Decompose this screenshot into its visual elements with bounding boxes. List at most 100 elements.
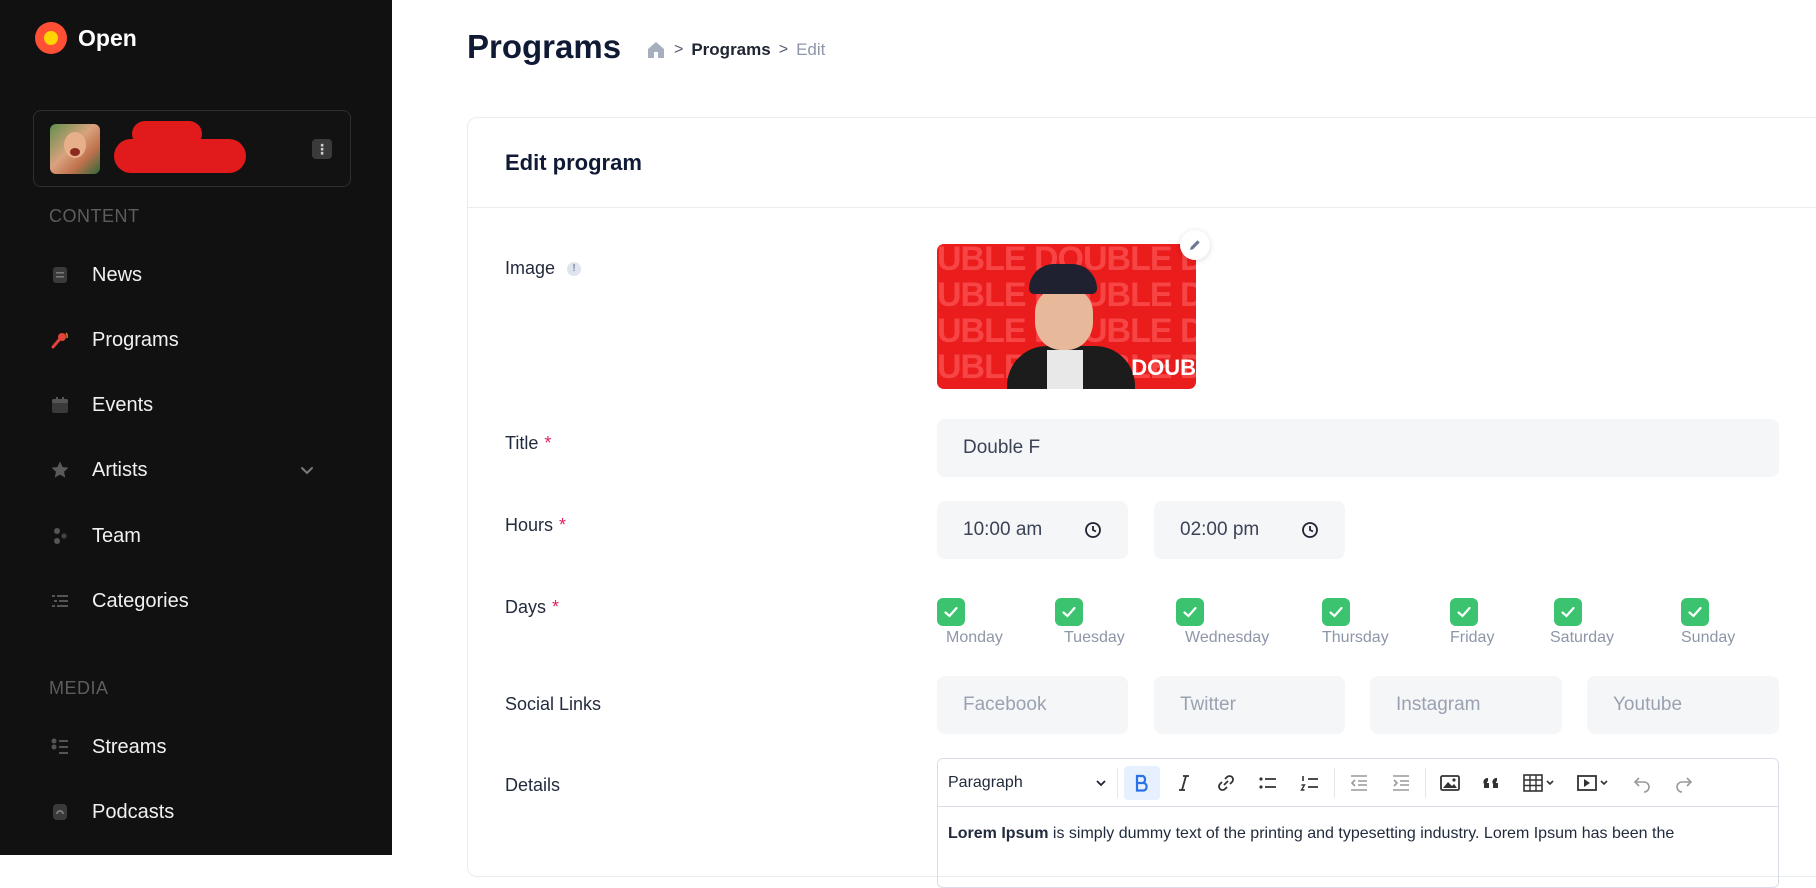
user-card[interactable]: ⋮ <box>33 110 351 187</box>
insert-table-button[interactable] <box>1516 766 1564 800</box>
clock-icon[interactable] <box>1301 521 1319 539</box>
outdent-button[interactable] <box>1341 766 1377 800</box>
list-icon <box>49 590 71 612</box>
sidebar-item-news[interactable]: News <box>49 255 339 295</box>
day-checkbox-tuesday[interactable]: Tuesday <box>1055 598 1125 647</box>
day-label: Wednesday <box>1185 629 1270 646</box>
clock-icon[interactable] <box>1084 521 1102 539</box>
numbered-list-icon <box>1300 775 1318 791</box>
user-name-redacted <box>100 121 248 173</box>
instagram-input[interactable]: Instagram <box>1370 676 1562 734</box>
bold-button[interactable] <box>1124 765 1160 800</box>
social-links-label-text: Social Links <box>505 694 602 714</box>
checkbox-checked[interactable] <box>1322 598 1350 626</box>
sidebar-item-programs[interactable]: Programs <box>49 320 339 360</box>
title-label: Title * <box>505 433 551 454</box>
chevron-down-icon <box>1096 779 1106 786</box>
section-label-content: CONTENT <box>49 206 140 226</box>
day-checkbox-saturday[interactable]: Saturday <box>1550 598 1614 647</box>
insert-image-button[interactable] <box>1432 766 1468 800</box>
main-content: Programs > Programs > Edit Edit program … <box>392 0 1816 888</box>
indent-button[interactable] <box>1383 766 1419 800</box>
pencil-icon <box>1190 240 1200 250</box>
day-label: Thursday <box>1322 629 1389 646</box>
undo-icon <box>1633 776 1650 793</box>
checkbox-checked[interactable] <box>1055 598 1083 626</box>
italic-icon <box>1179 774 1189 791</box>
brand-name: Open <box>78 24 137 51</box>
toolbar-divider <box>1334 767 1335 798</box>
day-label: Monday <box>946 629 1003 646</box>
checkbox-checked[interactable] <box>1176 598 1204 626</box>
check-icon <box>1329 606 1343 618</box>
undo-button[interactable] <box>1624 766 1660 800</box>
news-icon <box>49 264 71 286</box>
facebook-input[interactable]: Facebook <box>937 676 1128 734</box>
day-checkbox-wednesday[interactable]: Wednesday <box>1176 598 1269 647</box>
twitter-input[interactable]: Twitter <box>1154 676 1345 734</box>
microphone-icon <box>49 329 71 351</box>
youtube-input[interactable]: Youtube <box>1587 676 1779 734</box>
sidebar: Open ⋮ CONTENT News Programs Events Arti… <box>0 0 392 855</box>
sidebar-item-events[interactable]: Events <box>49 385 339 425</box>
image-label: Image ! <box>505 258 582 279</box>
sidebar-item-team[interactable]: Team <box>49 516 339 556</box>
edit-program-card: Edit program Image ! UBLE DOUBLE DOUBLE … <box>467 117 1816 888</box>
info-icon[interactable]: ! <box>567 261 582 276</box>
hours-end-input[interactable]: 02:00 pm <box>1154 501 1345 559</box>
edit-image-button[interactable] <box>1180 230 1210 260</box>
sidebar-item-categories[interactable]: Categories <box>49 581 339 621</box>
hours-start-input[interactable]: 10:00 am <box>937 501 1128 559</box>
sidebar-item-podcasts[interactable]: Podcasts <box>49 792 339 832</box>
day-checkbox-friday[interactable]: Friday <box>1450 598 1494 647</box>
media-icon <box>1577 774 1608 791</box>
check-icon <box>1062 606 1076 618</box>
day-label: Sunday <box>1681 629 1736 646</box>
title-label-text: Title <box>505 433 539 453</box>
home-icon[interactable] <box>646 40 666 60</box>
sidebar-item-artists[interactable]: Artists <box>49 450 339 490</box>
insert-media-button[interactable] <box>1570 766 1618 800</box>
title-input[interactable]: Double F <box>937 419 1779 477</box>
toolbar-divider <box>1425 767 1426 798</box>
page-title: Programs <box>467 28 622 65</box>
sidebar-item-streams[interactable]: Streams <box>49 727 339 767</box>
day-label: Friday <box>1450 629 1495 646</box>
day-checkbox-monday[interactable]: Monday <box>937 598 1003 647</box>
redo-button[interactable] <box>1666 766 1702 800</box>
streams-icon <box>49 736 71 758</box>
paragraph-style-select[interactable]: Paragraph <box>948 767 1118 798</box>
indent-icon <box>1393 774 1409 791</box>
brand[interactable]: Open <box>35 22 137 54</box>
editor-toolbar: Paragraph <box>938 759 1778 807</box>
day-checkbox-thursday[interactable]: Thursday <box>1322 598 1389 647</box>
italic-button[interactable] <box>1166 766 1202 800</box>
brand-logo-icon <box>35 22 67 54</box>
rich-text-editor[interactable]: Paragraph Lorem Ipsum is simply dummy te… <box>937 758 1779 888</box>
bulleted-list-button[interactable] <box>1250 766 1286 800</box>
link-button[interactable] <box>1208 766 1244 800</box>
required-mark: * <box>544 433 552 453</box>
editor-content[interactable]: Lorem Ipsum is simply dummy text of the … <box>938 807 1778 861</box>
chevron-down-icon[interactable] <box>297 460 317 480</box>
checkbox-checked[interactable] <box>937 598 965 626</box>
checkbox-checked[interactable] <box>1681 598 1709 626</box>
user-menu-button[interactable]: ⋮ <box>312 139 332 159</box>
checkbox-checked[interactable] <box>1554 598 1582 626</box>
redo-icon <box>1676 776 1693 793</box>
numbered-list-button[interactable] <box>1292 766 1328 800</box>
check-icon <box>1561 606 1575 618</box>
blockquote-button[interactable] <box>1474 766 1510 800</box>
podcast-icon <box>49 801 71 823</box>
bold-icon <box>1135 774 1148 792</box>
quote-icon <box>1483 777 1498 788</box>
hours-start-value: 10:00 am <box>963 519 1043 540</box>
check-icon <box>1183 606 1197 618</box>
program-host-photo <box>1007 264 1135 389</box>
breadcrumb-link-programs[interactable]: Programs <box>691 40 770 60</box>
checkbox-checked[interactable] <box>1450 598 1478 626</box>
sidebar-item-label: Team <box>92 524 141 547</box>
breadcrumb-separator: > <box>778 41 789 58</box>
calendar-icon <box>49 394 71 416</box>
day-checkbox-sunday[interactable]: Sunday <box>1681 598 1735 647</box>
